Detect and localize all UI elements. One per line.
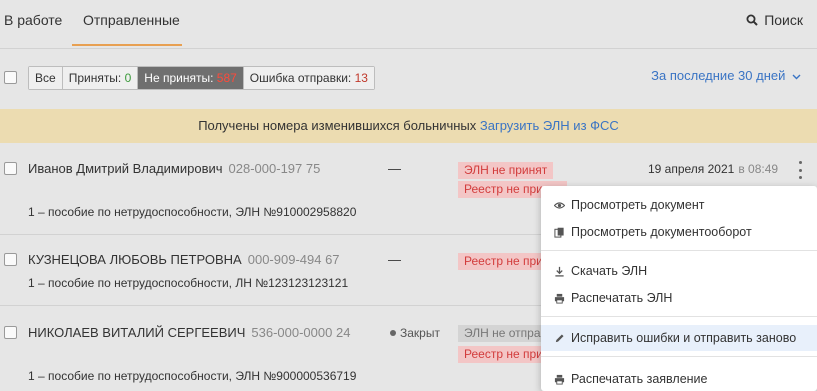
employee-name: КУЗНЕЦОВА ЛЮБОВЬ ПЕТРОВНА 000-909-494 67 <box>28 252 340 267</box>
row-description: 1 – пособие по нетрудоспособности, ЛН №1… <box>28 276 349 290</box>
menu-view-docflow[interactable]: Просмотреть документооборот <box>541 219 817 245</box>
documents-icon <box>554 227 564 238</box>
snils: 000-909-494 67 <box>247 252 340 267</box>
pencil-icon <box>555 333 564 342</box>
row-description: 1 – пособие по нетрудоспособности, ЭЛН №… <box>28 369 357 383</box>
status-badge: ЭЛН не принят <box>458 162 554 179</box>
row-context-menu: Просмотреть документ Просмотреть докумен… <box>541 186 817 391</box>
menu-divider <box>541 250 817 251</box>
filter-accepted[interactable]: Приняты: 0 <box>62 67 139 89</box>
eye-icon <box>554 201 565 209</box>
employee-name: НИКОЛАЕВ ВИТАЛИЙ СЕРГЕЕВИЧ 536-000-0000 2… <box>28 325 351 340</box>
status-mark: — <box>388 252 401 267</box>
period-dropdown[interactable]: За последние 30 дней <box>651 68 801 83</box>
menu-fix-and-resend[interactable]: Исправить ошибки и отправить заново <box>541 325 817 351</box>
row-checkbox[interactable] <box>4 326 17 339</box>
divider <box>0 48 817 49</box>
select-all-checkbox[interactable] <box>4 71 17 84</box>
printer-icon <box>554 374 565 385</box>
closed-status: Закрыт <box>390 326 440 340</box>
row-time: в 08:49 <box>738 162 779 176</box>
menu-print[interactable]: Распечатать ЭЛН <box>541 285 817 311</box>
menu-divider <box>541 356 817 357</box>
menu-download[interactable]: Скачать ЭЛН <box>541 258 817 284</box>
error-count: 13 <box>354 71 368 85</box>
status-mark: — <box>388 161 401 176</box>
tab-in-work[interactable]: В работе <box>4 12 62 28</box>
employee-name: Иванов Дмитрий Владимирович 028-000-197 7… <box>28 161 321 176</box>
snils: 536-000-0000 24 <box>251 325 351 340</box>
menu-divider <box>541 316 817 317</box>
load-eln-link[interactable]: Загрузить ЭЛН из ФСС <box>480 118 619 133</box>
row-checkbox[interactable] <box>4 253 17 266</box>
period-label: За последние 30 дней <box>651 68 786 83</box>
status-filter-group: Все Приняты: 0 Не приняты: 587 Ошибка от… <box>28 66 375 90</box>
menu-view-document[interactable]: Просмотреть документ <box>541 192 817 218</box>
top-bar: В работе Отправленные Поиск <box>0 0 817 48</box>
search-icon <box>746 14 758 26</box>
active-tab-indicator <box>72 44 182 46</box>
row-checkbox[interactable] <box>4 162 17 175</box>
not-accepted-count: 587 <box>216 71 237 85</box>
tab-sent[interactable]: Отправленные <box>83 12 180 28</box>
banner-text: Получены номера изменившихся больничных <box>198 118 480 133</box>
status-dot-icon <box>390 330 396 336</box>
accepted-count: 0 <box>124 71 132 85</box>
notification-banner: Получены номера изменившихся больничных … <box>0 109 817 143</box>
search-label: Поиск <box>764 12 803 28</box>
filter-all[interactable]: Все <box>29 67 63 89</box>
download-icon <box>555 266 564 277</box>
filter-send-error[interactable]: Ошибка отправки: 13 <box>243 67 374 89</box>
row-date: 19 апреля 2021 в 08:49 <box>648 162 779 176</box>
row-description: 1 – пособие по нетрудоспособности, ЭЛН №… <box>28 205 357 219</box>
menu-print-application[interactable]: Распечатать заявление <box>541 366 817 391</box>
printer-icon <box>554 293 565 304</box>
search-button[interactable]: Поиск <box>746 12 803 28</box>
snils: 028-000-197 75 <box>228 161 321 176</box>
more-options-icon[interactable] <box>797 161 803 179</box>
filter-not-accepted[interactable]: Не приняты: 587 <box>138 67 244 89</box>
chevron-down-icon <box>792 74 801 80</box>
